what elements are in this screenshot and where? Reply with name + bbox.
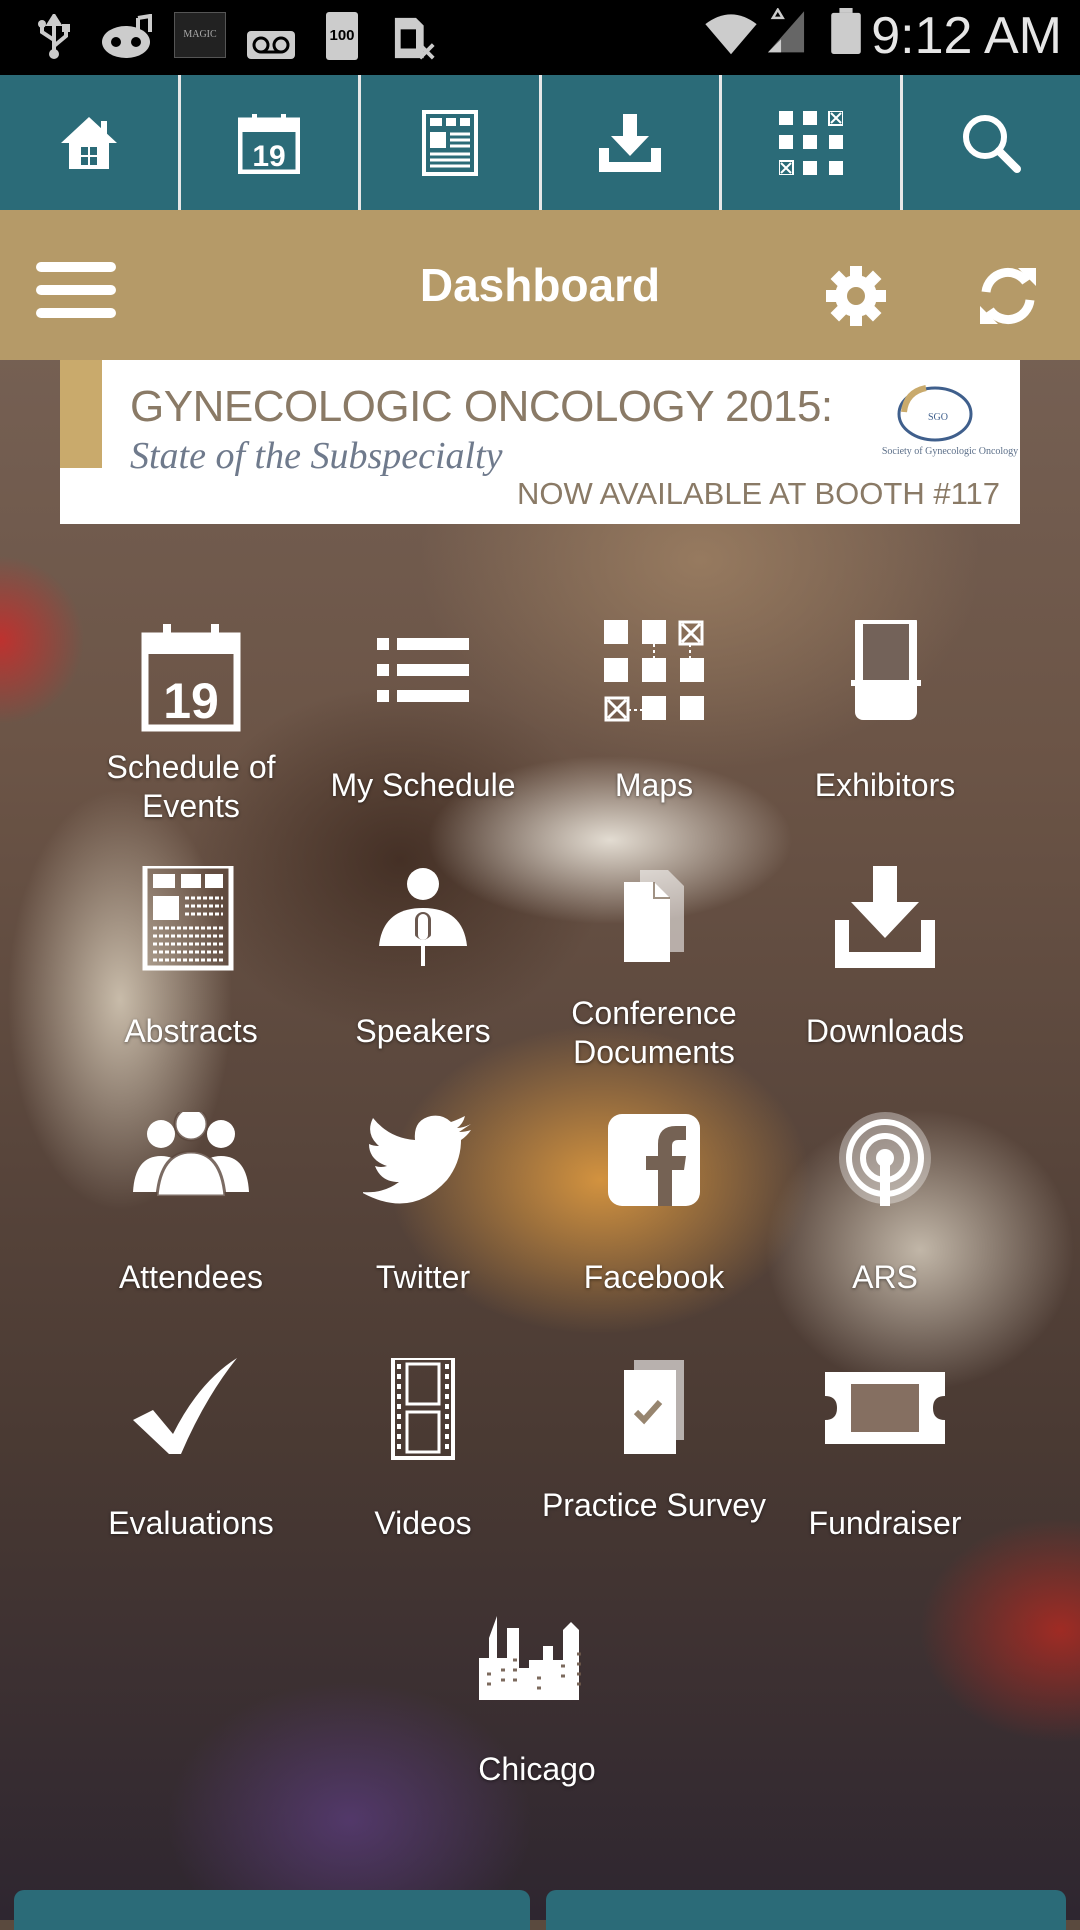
- tile-exhibitors[interactable]: Exhibitors: [775, 620, 995, 850]
- tile-label: Exhibitors: [755, 766, 1015, 805]
- tile-label: Facebook: [524, 1258, 784, 1297]
- bottom-tab-right[interactable]: [546, 1890, 1066, 1930]
- download-icon: [825, 866, 945, 986]
- map-icon: [594, 620, 714, 740]
- usb-icon: [36, 14, 72, 60]
- tile-conference-documents[interactable]: Conference Documents: [544, 866, 764, 1096]
- banner-title: GYNECOLOGIC ONCOLOGY 2015:: [130, 382, 833, 432]
- ticket-icon: [825, 1358, 945, 1478]
- calendar-icon: 19: [131, 620, 251, 740]
- city-icon: [477, 1604, 597, 1724]
- sgo-logo: SGO: [880, 374, 990, 448]
- gamepad-music-icon: [100, 14, 156, 60]
- nav-search-button[interactable]: [903, 75, 1080, 210]
- bottom-tab-left[interactable]: [14, 1890, 530, 1930]
- banner-booth-text: NOW AVAILABLE AT BOOTH #117: [517, 476, 1000, 512]
- nav-home-button[interactable]: [0, 75, 181, 210]
- booth-icon: [825, 620, 945, 740]
- tile-practice-survey[interactable]: Practice Survey: [544, 1358, 764, 1588]
- tile-my-schedule[interactable]: My Schedule: [313, 620, 533, 850]
- tile-label: Videos: [293, 1504, 553, 1543]
- tile-label: Chicago: [407, 1750, 667, 1789]
- tile-label: My Schedule: [293, 766, 553, 805]
- tile-schedule-of-events[interactable]: 19 Schedule of Events: [81, 620, 301, 850]
- status-time: 9:12 AM: [871, 6, 1062, 66]
- nav-downloads-button[interactable]: [542, 75, 723, 210]
- ars-icon: [825, 1112, 945, 1232]
- sgo-logo-mark: SGO: [928, 412, 948, 423]
- calendar-icon: 19: [238, 112, 300, 174]
- sim-off-icon: [392, 14, 440, 60]
- film-icon: [363, 1358, 483, 1478]
- tile-downloads[interactable]: Downloads: [775, 866, 995, 1096]
- calendar-day: 19: [253, 140, 286, 173]
- battery-100-icon: 100: [326, 12, 358, 60]
- magic-app-icon: MAGIC: [174, 12, 226, 58]
- checkmark-icon: [131, 1358, 251, 1478]
- signal-icon: [762, 8, 810, 54]
- tile-label: Conference Documents: [524, 994, 784, 1072]
- tile-label: Fundraiser: [755, 1504, 1015, 1543]
- page-title: Dashboard: [0, 210, 1080, 360]
- tile-videos[interactable]: Videos: [313, 1358, 533, 1588]
- sponsor-banner[interactable]: GYNECOLOGIC ONCOLOGY 2015: State of the …: [60, 360, 1020, 524]
- tile-label: Twitter: [293, 1258, 553, 1297]
- battery-icon: [828, 8, 864, 54]
- tile-label: Speakers: [293, 1012, 553, 1051]
- tile-chicago[interactable]: Chicago: [427, 1604, 647, 1834]
- calendar-day: 19: [163, 673, 219, 729]
- twitter-icon: [363, 1112, 483, 1232]
- tile-label: Evaluations: [61, 1504, 321, 1543]
- abstracts-icon: [131, 866, 251, 986]
- banner-stripe: [60, 360, 102, 468]
- list-icon: [363, 620, 483, 740]
- tile-label: ARS: [755, 1258, 1015, 1297]
- tile-evaluations[interactable]: Evaluations: [81, 1358, 301, 1588]
- tile-fundraiser[interactable]: Fundraiser: [775, 1358, 995, 1588]
- wifi-icon: [700, 10, 762, 56]
- tile-attendees[interactable]: Attendees: [81, 1112, 301, 1342]
- tile-ars[interactable]: ARS: [775, 1112, 995, 1342]
- tile-abstracts[interactable]: Abstracts: [81, 866, 301, 1096]
- tile-label: Practice Survey: [524, 1486, 784, 1525]
- tile-label: Maps: [524, 766, 784, 805]
- search-icon: [961, 113, 1021, 173]
- survey-icon: [594, 1358, 714, 1478]
- gear-icon[interactable]: [824, 264, 888, 328]
- banner-subtitle: State of the Subspecialty: [130, 434, 503, 478]
- tile-maps[interactable]: Maps: [544, 620, 764, 850]
- nav-maps-button[interactable]: [722, 75, 903, 210]
- home-icon: [59, 113, 119, 173]
- speaker-icon: [363, 866, 483, 986]
- download-icon: [597, 112, 663, 174]
- tile-speakers[interactable]: Speakers: [313, 866, 533, 1096]
- header-bar: Dashboard: [0, 210, 1080, 360]
- top-nav-bar: 19: [0, 75, 1080, 210]
- facebook-icon: [594, 1112, 714, 1232]
- tile-label: Schedule of Events: [61, 748, 321, 826]
- nav-schedule-button[interactable]: 19: [181, 75, 362, 210]
- voicemail-icon: [246, 22, 296, 68]
- map-icon: [779, 111, 843, 175]
- people-icon: [131, 1112, 251, 1232]
- status-bar: MAGIC 100 9:12 AM: [0, 0, 1080, 75]
- tile-label: Downloads: [755, 1012, 1015, 1051]
- tile-twitter[interactable]: Twitter: [313, 1112, 533, 1342]
- tile-facebook[interactable]: Facebook: [544, 1112, 764, 1342]
- refresh-icon[interactable]: [976, 264, 1040, 328]
- abstracts-icon: [422, 110, 478, 176]
- tile-label: Abstracts: [61, 1012, 321, 1051]
- documents-icon: [594, 866, 714, 986]
- tile-label: Attendees: [61, 1258, 321, 1297]
- nav-abstracts-button[interactable]: [361, 75, 542, 210]
- sgo-logo-text: Society of Gynecologic Oncology: [830, 446, 1020, 457]
